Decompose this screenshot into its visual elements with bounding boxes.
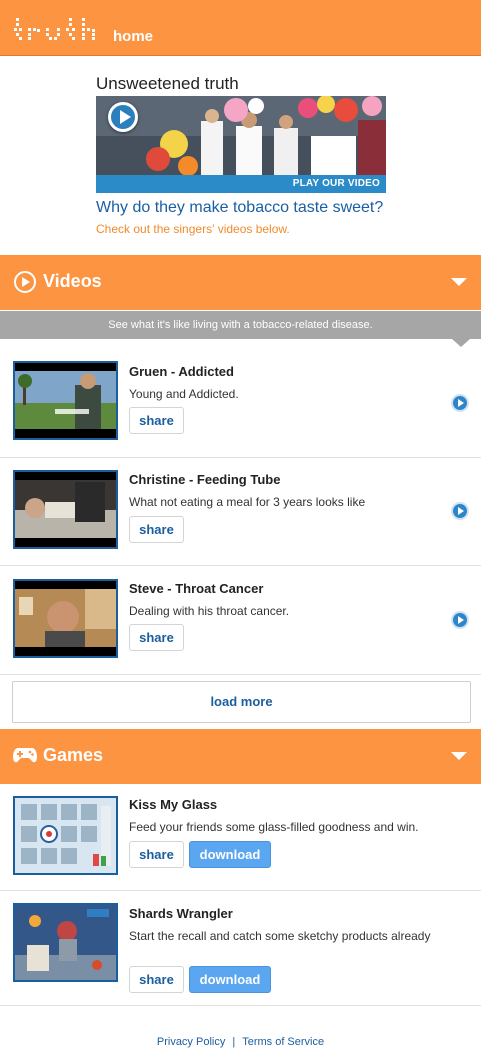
video-thumbnail[interactable] bbox=[13, 470, 118, 549]
download-button[interactable]: download bbox=[189, 966, 271, 993]
top-bar: home bbox=[0, 0, 481, 56]
chevron-down-icon[interactable] bbox=[451, 278, 467, 286]
home-link[interactable]: home bbox=[113, 28, 153, 45]
play-icon[interactable] bbox=[451, 502, 469, 520]
video-list-item: Gruen - Addicted Young and Addicted. sha… bbox=[0, 347, 481, 458]
game-list-item: Kiss My Glass Feed your friends some gla… bbox=[0, 784, 481, 891]
game-thumbnail[interactable] bbox=[13, 903, 118, 982]
video-thumbnail-image bbox=[15, 472, 116, 547]
game-list-item: Shards Wrangler Start the recall and cat… bbox=[0, 891, 481, 1006]
games-section-header[interactable]: Games bbox=[0, 729, 481, 784]
share-button[interactable]: share bbox=[129, 966, 184, 993]
video-list-item: Christine - Feeding Tube What not eating… bbox=[0, 458, 481, 566]
games-section-label: Games bbox=[43, 745, 104, 765]
terms-of-service-link[interactable]: Terms of Service bbox=[242, 1036, 324, 1048]
game-description: Feed your friends some glass-filled good… bbox=[129, 820, 419, 834]
tagline-pointer bbox=[452, 339, 470, 347]
game-description: Start the recall and catch some sketchy … bbox=[129, 929, 431, 943]
share-button[interactable]: share bbox=[129, 624, 184, 651]
play-video-label: PLAY OUR VIDEO bbox=[292, 178, 380, 189]
video-description: What not eating a meal for 3 years looks… bbox=[129, 495, 366, 509]
videos-tagline: See what it's like living with a tobacco… bbox=[0, 311, 481, 339]
video-title[interactable]: Christine - Feeding Tube bbox=[129, 472, 280, 487]
video-title[interactable]: Steve - Throat Cancer bbox=[129, 581, 263, 596]
hero-title: Unsweetened truth bbox=[96, 74, 239, 93]
video-description: Dealing with his throat cancer. bbox=[129, 604, 290, 618]
footer-separator: | bbox=[232, 1036, 236, 1048]
hero-question-link[interactable]: Why do they make tobacco taste sweet? bbox=[96, 199, 383, 217]
play-video-strip[interactable]: PLAY OUR VIDEO bbox=[96, 175, 386, 193]
play-icon[interactable] bbox=[108, 102, 138, 132]
load-more-button[interactable]: load more bbox=[12, 681, 471, 723]
privacy-policy-link[interactable]: Privacy Policy bbox=[157, 1036, 225, 1048]
video-list-item: Steve - Throat Cancer Dealing with his t… bbox=[0, 566, 481, 675]
truth-logo[interactable] bbox=[14, 16, 102, 42]
videos-section-header[interactable]: Videos bbox=[0, 255, 481, 310]
download-button[interactable]: download bbox=[189, 841, 271, 868]
video-thumbnail-image bbox=[15, 581, 116, 656]
game-thumbnail[interactable] bbox=[13, 796, 118, 875]
play-icon[interactable] bbox=[451, 611, 469, 629]
video-thumbnail-image bbox=[15, 363, 116, 438]
share-button[interactable]: share bbox=[129, 407, 184, 434]
video-thumbnail[interactable] bbox=[13, 579, 118, 658]
share-button[interactable]: share bbox=[129, 516, 184, 543]
videos-section-label: Videos bbox=[43, 271, 102, 291]
chevron-down-icon[interactable] bbox=[451, 752, 467, 760]
video-title[interactable]: Gruen - Addicted bbox=[129, 364, 234, 379]
video-thumbnail[interactable] bbox=[13, 361, 118, 440]
share-button[interactable]: share bbox=[129, 841, 184, 868]
game-thumbnail-image bbox=[15, 798, 116, 873]
game-title[interactable]: Shards Wrangler bbox=[129, 906, 233, 921]
play-circle-icon bbox=[14, 271, 36, 293]
play-icon[interactable] bbox=[451, 394, 469, 412]
footer: Privacy Policy | Terms of Service bbox=[0, 1036, 481, 1048]
game-thumbnail-image bbox=[15, 905, 116, 980]
hero-subtitle: Check out the singers' videos below. bbox=[96, 222, 290, 236]
gamepad-icon bbox=[13, 748, 37, 763]
video-description: Young and Addicted. bbox=[129, 387, 239, 401]
hero-video-thumbnail[interactable]: PLAY OUR VIDEO bbox=[96, 96, 386, 193]
game-title[interactable]: Kiss My Glass bbox=[129, 797, 217, 812]
